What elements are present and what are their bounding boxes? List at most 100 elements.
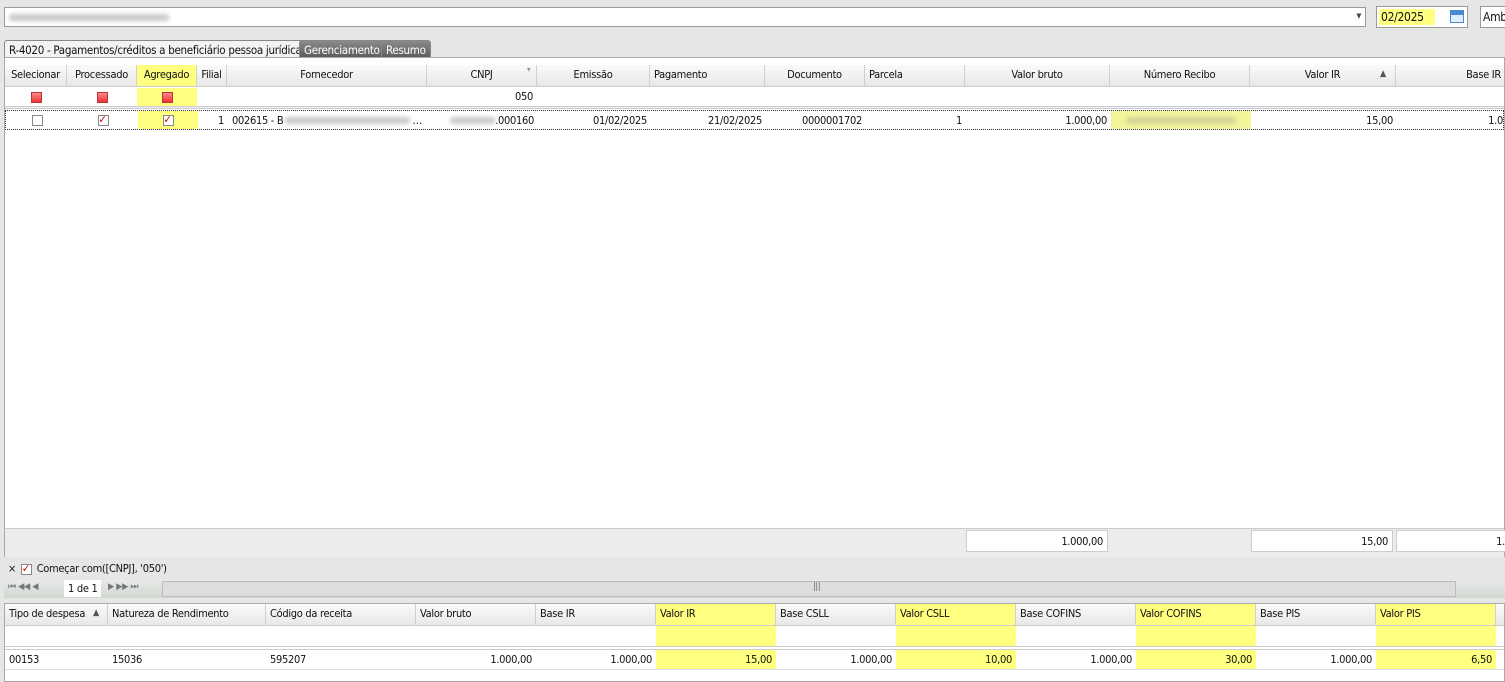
detail-filter-cell[interactable] [1016, 626, 1136, 646]
calendar-icon[interactable] [1450, 10, 1464, 23]
detail-header-base-ir[interactable]: Base IR [536, 604, 656, 625]
table-row[interactable]: 1002615 - B….00016001/02/202521/02/20250… [5, 110, 1504, 130]
column-header-cnpj[interactable]: CNPJ [427, 65, 537, 86]
first-prev-icons[interactable]: ⏮ ◀◀ ◀ [8, 582, 38, 592]
company-select[interactable]: ▼ [4, 7, 1366, 27]
detail-filter-cell[interactable] [416, 626, 536, 646]
processado-checkbox[interactable] [68, 111, 138, 129]
filter-text[interactable]: Começar com([CNPJ], '050') [37, 562, 167, 575]
tab-r4020[interactable]: R-4020 - Pagamentos/créditos a beneficiá… [4, 40, 307, 58]
filter-cell[interactable] [965, 88, 1110, 106]
column-header-agregado[interactable]: Agregado [137, 65, 197, 86]
detail-cell[interactable]: 595207 [266, 650, 416, 669]
detail-filter-cell[interactable] [1136, 626, 1256, 646]
period-field[interactable]: 02/2025 [1376, 6, 1468, 28]
emiss-o-cell[interactable]: 01/02/2025 [538, 111, 651, 129]
filter-checkbox[interactable] [30, 91, 42, 103]
pager: ⏮ ◀◀ ◀ 1 de 1 ▶ ▶▶ ⏭ ||| [4, 580, 1505, 598]
chevron-down-icon[interactable]: ▼ [1356, 12, 1361, 20]
detail-header-base-cofins[interactable]: Base COFINS [1016, 604, 1136, 625]
detail-cell[interactable]: 15036 [108, 650, 266, 669]
detail-header-base-pis[interactable]: Base PIS [1256, 604, 1376, 625]
column-header-selecionar[interactable]: Selecionar [5, 65, 67, 86]
filter-cell[interactable] [5, 88, 67, 106]
detail-filter-cell[interactable] [776, 626, 896, 646]
detail-cell[interactable]: 1.000,00 [1016, 650, 1136, 669]
detail-header-c-digo-da-receita[interactable]: Código da receita [266, 604, 416, 625]
pagamento-cell[interactable]: 21/02/2025 [651, 111, 766, 129]
selecionar-checkbox[interactable] [6, 111, 68, 129]
valor-ir-cell[interactable]: 15,00 [1251, 111, 1397, 129]
column-header-filial[interactable]: Filial [197, 65, 227, 86]
detail-filter-cell[interactable] [1376, 626, 1496, 646]
detail-cell[interactable]: 1.000,00 [536, 650, 656, 669]
column-header-fornecedor[interactable]: Fornecedor [227, 65, 427, 86]
fornecedor-cell[interactable]: 002615 - B… [228, 111, 428, 129]
filial-cell[interactable]: 1 [198, 111, 228, 129]
column-header-processado[interactable]: Processado [67, 65, 137, 86]
filter-checkbox[interactable] [161, 91, 173, 103]
filter-cell[interactable] [137, 88, 197, 106]
detail-header-valor-cofins[interactable]: Valor COFINS [1136, 604, 1256, 625]
detail-filter-cell[interactable] [536, 626, 656, 646]
sort-asc-icon: ▲ [1380, 69, 1386, 79]
detail-filter-cell[interactable] [108, 626, 266, 646]
horizontal-scrollbar[interactable]: ||| [162, 581, 1456, 597]
column-header-n-mero-recibo[interactable]: Número Recibo [1110, 65, 1250, 86]
detail-cell[interactable]: 30,00 [1136, 650, 1256, 669]
tab-resumo[interactable]: Resumo [381, 40, 431, 58]
column-header-base-ir[interactable]: Base IR [1396, 65, 1505, 86]
detail-header-valor-bruto[interactable]: Valor bruto [416, 604, 536, 625]
detail-cell[interactable]: 10,00 [896, 650, 1016, 669]
filter-checkbox[interactable] [96, 91, 108, 103]
column-header-pagamento[interactable]: Pagamento [650, 65, 765, 86]
valor-bruto-cell[interactable]: 1.000,00 [966, 111, 1111, 129]
column-header-emiss-o[interactable]: Emissão [537, 65, 650, 86]
detail-cell[interactable]: 15,00 [656, 650, 776, 669]
filter-cell[interactable] [865, 88, 965, 106]
detail-cell[interactable]: 1.000,00 [416, 650, 536, 669]
filter-cell[interactable] [227, 88, 427, 106]
detail-filter-cell[interactable] [1256, 626, 1376, 646]
column-header-valor-ir[interactable]: Valor IR [1250, 65, 1396, 86]
detail-header-natureza-de-rendimento[interactable]: Natureza de Rendimento [108, 604, 266, 625]
clear-filter-icon[interactable]: × [8, 562, 16, 575]
agregado-checkbox[interactable] [138, 111, 198, 129]
detail-row[interactable]: 00153 15036 595207 1.000,00 1.000,00 15,00 1.0… [5, 650, 1504, 670]
filter-cell[interactable] [537, 88, 650, 106]
filter-cell[interactable] [1110, 88, 1250, 106]
tab-gerenciamento[interactable]: Gerenciamento [299, 40, 385, 58]
filter-cell[interactable] [67, 88, 137, 106]
detail-filter-cell[interactable] [656, 626, 776, 646]
documento-cell[interactable]: 0000001702 [766, 111, 866, 129]
detail-filter-cell[interactable] [266, 626, 416, 646]
detail-cell[interactable]: 1.000,00 [776, 650, 896, 669]
base-ir-cell[interactable]: 1.0 [1397, 111, 1505, 129]
filter-icon[interactable]: ▾ [527, 65, 531, 74]
filter-cell[interactable] [197, 88, 227, 106]
detail-cell[interactable]: 6,50 [1376, 650, 1496, 669]
filter-cell[interactable] [1396, 88, 1505, 106]
detail-header-valor-ir[interactable]: Valor IR [656, 604, 776, 625]
filter-enabled-checkbox[interactable] [20, 562, 32, 575]
filter-cell[interactable]: 050 [427, 88, 537, 106]
column-header-documento[interactable]: Documento [765, 65, 865, 86]
filter-cell[interactable] [1250, 88, 1396, 106]
detail-filter-cell[interactable] [5, 626, 108, 646]
cnpj-cell[interactable]: .000160 [428, 111, 538, 129]
next-last-icons[interactable]: ▶ ▶▶ ⏭ [108, 582, 138, 592]
column-header-valor-bruto[interactable]: Valor bruto [965, 65, 1110, 86]
parcela-cell[interactable]: 1 [866, 111, 966, 129]
detail-cell[interactable]: 1.000,00 [1256, 650, 1376, 669]
filter-cell[interactable] [650, 88, 765, 106]
detail-filter-cell[interactable] [896, 626, 1016, 646]
detail-header-valor-csll[interactable]: Valor CSLL [896, 604, 1016, 625]
detail-header-base-csll[interactable]: Base CSLL [776, 604, 896, 625]
sort-asc-icon: ▲ [93, 608, 99, 618]
numero-recibo-cell[interactable] [1111, 111, 1251, 129]
detail-cell[interactable]: 00153 [5, 650, 108, 669]
environment-field[interactable]: Ambi [1480, 6, 1505, 28]
filter-cell[interactable] [765, 88, 865, 106]
detail-header-valor-pis[interactable]: Valor PIS [1376, 604, 1496, 625]
column-header-parcela[interactable]: Parcela [865, 65, 965, 86]
